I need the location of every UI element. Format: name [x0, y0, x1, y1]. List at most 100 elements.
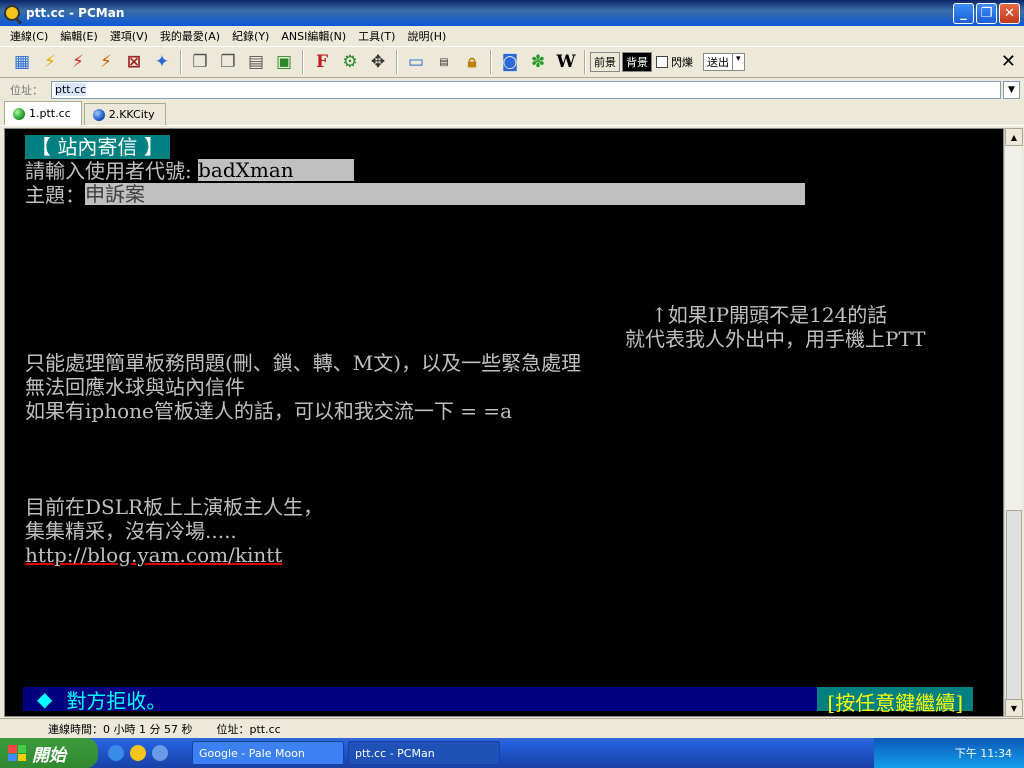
screenshot-icon[interactable]: ▣	[270, 49, 298, 75]
ansi-code-icon[interactable]: ▤	[430, 49, 458, 75]
blink-label: 閃爍	[671, 56, 693, 69]
lock-icon[interactable]: 🔒︎	[458, 49, 486, 75]
terminal-line: 【 站內寄信 】	[25, 135, 170, 159]
scroll-up-icon[interactable]: ▲	[1005, 128, 1023, 146]
blink-checkbox[interactable]: 閃爍	[656, 54, 693, 70]
toolbar-separator	[180, 50, 182, 74]
paste-icon[interactable]: ▤	[242, 49, 270, 75]
copy-icon[interactable]: ❐	[186, 49, 214, 75]
status-message: 對方拒收。	[66, 688, 167, 713]
user-id-field[interactable]: badXman	[198, 159, 355, 181]
connection-time: 連線時間：0 小時 1 分 57 秒	[48, 722, 193, 736]
chevron-down-icon[interactable]: ▾	[732, 54, 744, 70]
tab-bar: 1.ptt.cc 2.KKCity	[0, 100, 1024, 126]
quick-launch	[108, 745, 168, 761]
terminal-screen[interactable]: 【 站內寄信 】 請輸入使用者代號: badXman 主題：申訴案 ↑如果IP開…	[4, 128, 1004, 717]
font-icon[interactable]: F	[308, 49, 336, 75]
terminal-line: 主題：申訴案	[25, 183, 805, 207]
green-globe-icon	[13, 107, 25, 120]
task-label: ptt.cc - PCMan	[355, 746, 435, 760]
status-bar: 連線時間：0 小時 1 分 57 秒 位址：ptt.cc	[0, 718, 1024, 738]
menu-edit[interactable]: 編輯(E)	[54, 28, 104, 44]
task-palemoon[interactable]: Google - Pale Moon	[192, 741, 344, 765]
terminal-line: 請輸入使用者代號: badXman	[25, 159, 355, 183]
terminal-line: 集集精采，沒有冷場.....	[25, 519, 237, 543]
disconnect-icon[interactable]: ⚡	[64, 49, 92, 75]
menu-options[interactable]: 選項(V)	[104, 28, 154, 44]
terminal-line: ↑如果IP開頭不是124的話	[651, 303, 888, 327]
tab-label: 2.KKCity	[108, 108, 155, 121]
subject-prompt: 主題：	[25, 183, 85, 207]
close-all-icon[interactable]: ⊠	[120, 49, 148, 75]
terminal-line: 只能處理簡單板務問題(刪、鎖、轉、M文)，以及一些緊急處理	[25, 351, 582, 375]
address-value: ptt.cc	[55, 83, 87, 96]
tab-ptt[interactable]: 1.ptt.cc	[4, 101, 82, 125]
terminal-line: 目前在DSLR板上上演板主人生，	[25, 495, 324, 519]
toolbar-separator	[584, 50, 586, 74]
foreground-color-button[interactable]: 前景	[590, 52, 620, 72]
fullscreen-icon[interactable]: ✥	[364, 49, 392, 75]
window-title: ptt.cc - PCMan	[26, 6, 125, 20]
blog-link[interactable]: http://blog.yam.com/kintt	[25, 543, 282, 567]
minimize-button[interactable]: _	[953, 3, 974, 24]
start-button[interactable]: 開始	[0, 738, 98, 768]
restore-button[interactable]: ❐	[976, 3, 997, 24]
background-color-button[interactable]: 背景	[622, 52, 652, 72]
subject-field[interactable]: 申訴案	[85, 183, 805, 205]
flower-icon[interactable]: ✽	[524, 49, 552, 75]
task-label: Google - Pale Moon	[199, 746, 305, 760]
address-bar: 位址： ptt.cc ▼	[0, 79, 1024, 100]
pcman-icon[interactable]	[130, 745, 146, 761]
menu-tools[interactable]: 工具(T)	[352, 28, 401, 44]
address-dropdown-icon[interactable]: ▼	[1003, 80, 1020, 99]
toolbar-separator	[490, 50, 492, 74]
settings-gear-icon[interactable]: ⚙	[336, 49, 364, 75]
status-address: 位址：ptt.cc	[216, 722, 281, 736]
terminal-line: 如果有iphone管板達人的話，可以和我交流一下 = =a	[25, 399, 512, 423]
copy-with-color-icon[interactable]: ❐	[214, 49, 242, 75]
send-label: 送出	[707, 56, 729, 69]
reconnect-icon[interactable]: ⚡	[92, 49, 120, 75]
system-tray: 下午 11:34	[874, 738, 1024, 768]
tab-kkcity[interactable]: 2.KKCity	[83, 103, 166, 125]
wikipedia-icon[interactable]: W	[552, 49, 580, 75]
add-favorite-icon[interactable]: ✦	[148, 49, 176, 75]
menu-ansi-edit[interactable]: ANSI編輯(N)	[275, 28, 352, 44]
checkbox-box[interactable]	[656, 56, 668, 68]
blue-globe-icon	[92, 108, 105, 121]
press-any-key-prompt[interactable]: [按任意鍵繼續]	[817, 687, 973, 715]
address-label: 位址：	[10, 83, 43, 97]
task-pcman[interactable]: ptt.cc - PCMan	[348, 741, 500, 765]
diamond-icon: ◆	[37, 687, 53, 711]
taskbar: 開始 Google - Pale Moon ptt.cc - PCMan 下午 …	[0, 738, 1024, 768]
close-tab-icon[interactable]: ✕	[1001, 51, 1016, 72]
send-button[interactable]: 送出 ▾	[703, 53, 745, 71]
close-button[interactable]: ✕	[999, 3, 1020, 24]
connect-icon[interactable]: ⚡	[36, 49, 64, 75]
title-bar: ptt.cc - PCMan _ ❐ ✕	[0, 0, 1024, 26]
clock[interactable]: 下午 11:34	[955, 745, 1012, 761]
terminal-status-line: ◆ 對方拒收。 [按任意鍵繼續]	[23, 687, 973, 715]
window-controls: _ ❐ ✕	[953, 3, 1020, 24]
address-input[interactable]: ptt.cc	[51, 80, 1001, 99]
user-prompt: 請輸入使用者代號:	[25, 159, 199, 183]
scroll-down-icon[interactable]: ▼	[1005, 699, 1023, 717]
terminal-line: 就代表我人外出中，用手機上PTT	[625, 327, 926, 351]
menu-favorites[interactable]: 我的最愛(A)	[154, 28, 226, 44]
menu-help[interactable]: 說明(H)	[401, 28, 452, 44]
toolbar-separator	[396, 50, 398, 74]
menu-log[interactable]: 紀錄(Y)	[226, 28, 275, 44]
palemoon-icon[interactable]	[152, 745, 168, 761]
menu-connect[interactable]: 連線(C)	[4, 28, 54, 44]
toolbar-separator	[302, 50, 304, 74]
site-list-icon[interactable]: ▦	[8, 49, 36, 75]
toolbar: ▦ ⚡ ⚡ ⚡ ⊠ ✦ ❐ ❐ ▤ ▣ F ⚙ ✥ ▭ ▤ 🔒︎ ◙ ✽ W 前…	[0, 46, 1024, 78]
vertical-scrollbar[interactable]: ▲ ▼	[1004, 128, 1023, 717]
window-icon[interactable]: ▭	[402, 49, 430, 75]
start-label: 開始	[32, 745, 66, 766]
mail-header: 【 站內寄信 】	[25, 135, 170, 159]
ie-icon[interactable]	[108, 745, 124, 761]
pcman-app-icon[interactable]	[4, 5, 20, 21]
scroll-thumb[interactable]	[1006, 510, 1022, 700]
search-icon[interactable]: ◙	[496, 49, 524, 75]
